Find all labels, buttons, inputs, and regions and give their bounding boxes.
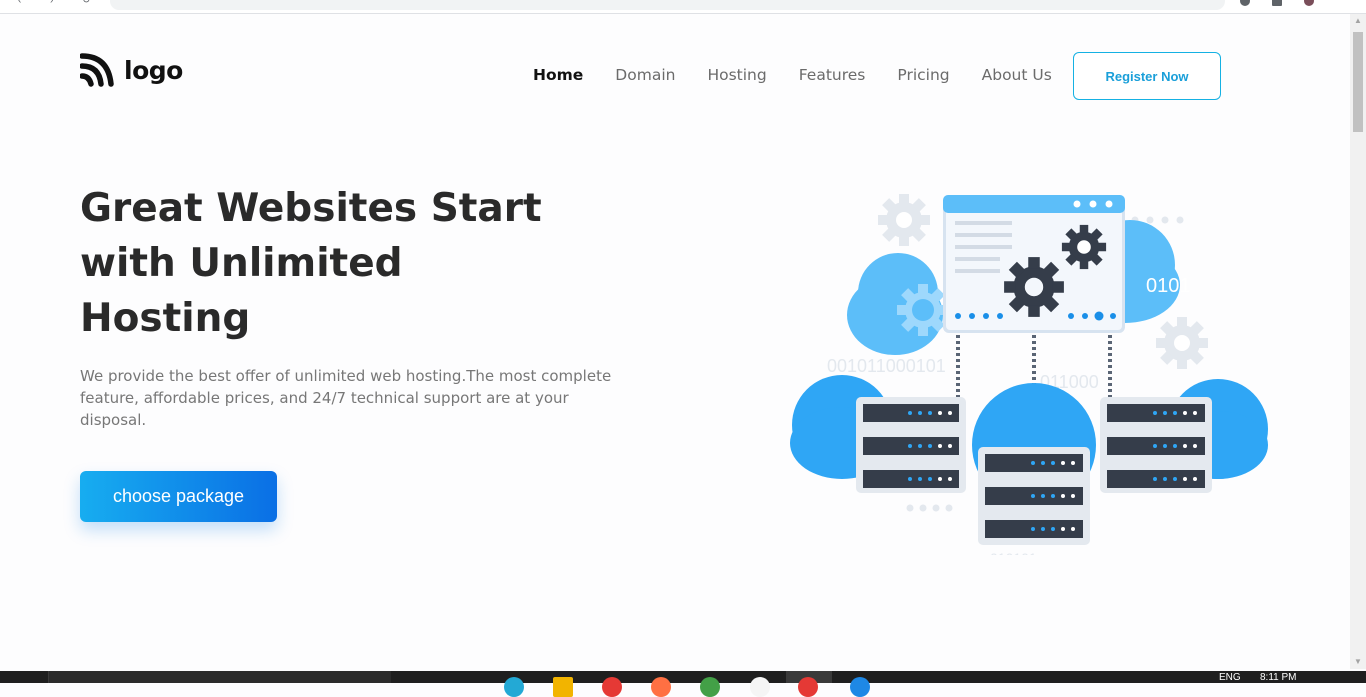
main-nav: Home Domain Hosting Features Pricing Abo… <box>533 66 1052 84</box>
scroll-down-icon[interactable]: ▼ <box>1353 657 1363 667</box>
binary-text: 010101 <box>990 550 1037 555</box>
forward-icon[interactable]: › <box>50 0 60 6</box>
server-rack-left <box>856 397 966 493</box>
nav-hosting[interactable]: Hosting <box>707 66 766 84</box>
nav-home[interactable]: Home <box>533 66 583 84</box>
avatar[interactable] <box>1304 0 1314 6</box>
hero-title: Great Websites Start with Unlimited Host… <box>80 186 542 341</box>
language-indicator[interactable]: ENG <box>1219 673 1241 683</box>
gear-icon <box>1156 317 1208 369</box>
page-scrollbar[interactable]: ▲ ▼ <box>1350 14 1366 669</box>
gear-icon <box>1061 224 1107 270</box>
taskbar-app-icon[interactable] <box>750 677 770 697</box>
taskbar-app-icon[interactable] <box>798 677 818 697</box>
nav-domain[interactable]: Domain <box>615 66 675 84</box>
taskbar-app-icon[interactable] <box>850 677 870 697</box>
logo-mark-icon <box>80 53 114 87</box>
server-rack-right <box>1100 397 1212 493</box>
browser-toolbar: ‹ › ↻ <box>0 0 1366 14</box>
taskbar-app-icon[interactable] <box>700 677 720 697</box>
clock[interactable]: 8:11 PM <box>1260 673 1297 683</box>
taskbar-app-icon[interactable] <box>504 677 524 697</box>
taskbar-app-icon[interactable] <box>651 677 671 697</box>
scroll-up-icon[interactable]: ▲ <box>1353 16 1363 26</box>
menu-icon[interactable] <box>1272 0 1282 6</box>
gear-icon <box>878 194 930 246</box>
nav-about-us[interactable]: About Us <box>982 66 1052 84</box>
hero-description: We provide the best offer of unlimited w… <box>80 367 612 429</box>
back-icon[interactable]: ‹ <box>18 0 28 6</box>
logo-text: logo <box>124 55 183 85</box>
server-rack-center <box>978 447 1090 545</box>
nav-pricing[interactable]: Pricing <box>897 66 949 84</box>
taskbar-search[interactable] <box>48 671 391 683</box>
logo[interactable]: logo <box>80 53 183 87</box>
binary-text: 0101 <box>1146 275 1191 297</box>
taskbar-app-icon[interactable] <box>602 677 622 697</box>
reload-icon[interactable]: ↻ <box>82 0 92 6</box>
binary-text: 001011000101 <box>827 356 946 376</box>
scrollbar-thumb[interactable] <box>1353 32 1363 132</box>
extension-icon[interactable] <box>1240 0 1250 6</box>
taskbar: ENG 8:11 PM <box>0 671 1366 697</box>
hosting-illustration: 0101 001011000101 011000 010101 <box>790 194 1268 555</box>
register-now-button[interactable]: Register Now <box>1073 52 1221 100</box>
taskbar-app-icon[interactable] <box>553 677 573 697</box>
address-bar[interactable] <box>110 0 1225 10</box>
nav-features[interactable]: Features <box>799 66 866 84</box>
choose-package-button[interactable]: choose package <box>80 471 277 522</box>
landing-page: logo Home Domain Hosting Features Pricin… <box>0 15 1350 671</box>
